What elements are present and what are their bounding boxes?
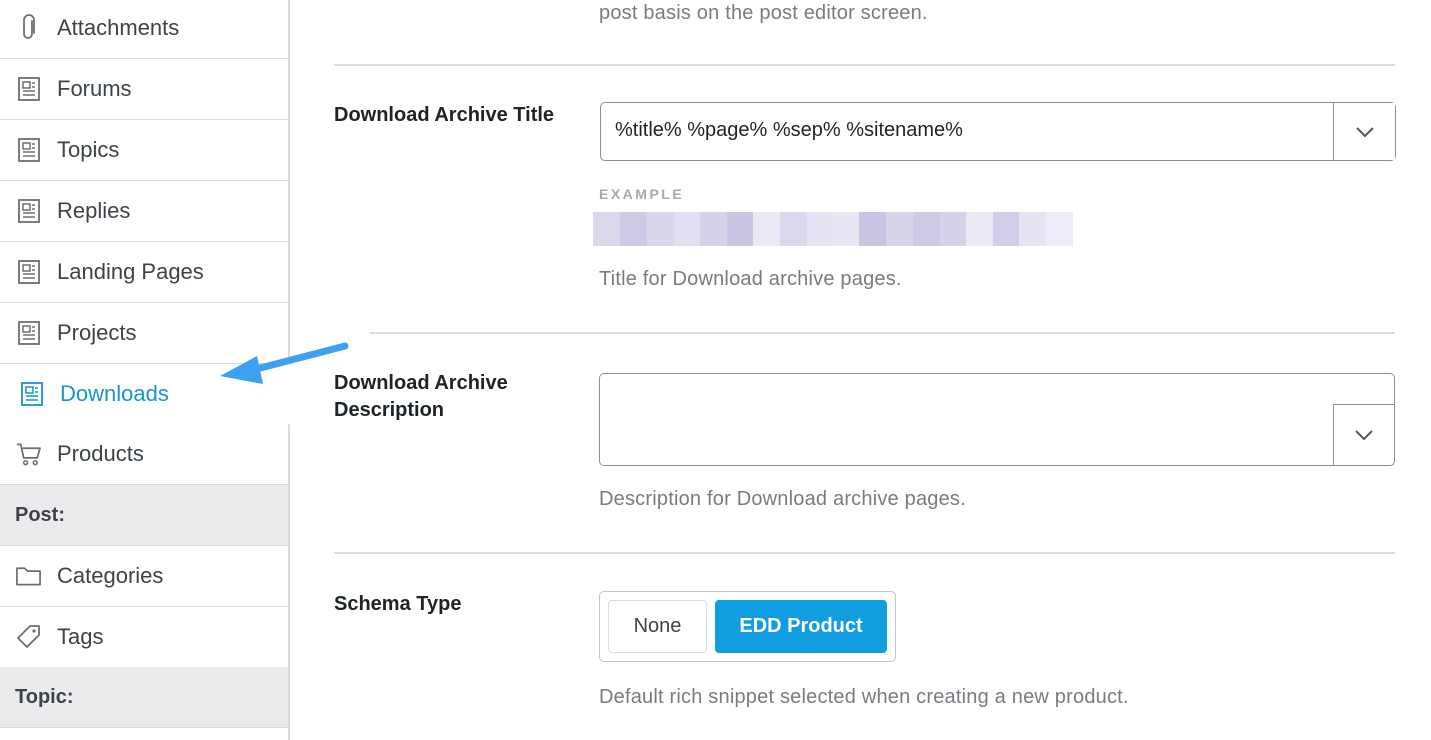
divider xyxy=(334,552,1395,554)
schema-edd-product-button[interactable]: EDD Product xyxy=(715,600,887,653)
sidebar-item-products[interactable]: Products xyxy=(0,424,288,485)
paperclip-icon xyxy=(15,14,42,42)
page-icon xyxy=(18,381,45,408)
divider xyxy=(370,332,1395,334)
sidebar-item-label: Attachments xyxy=(57,15,180,40)
section-heading: Topic: xyxy=(15,685,74,708)
sidebar-item-forums[interactable]: Forums xyxy=(0,59,288,120)
label-line: Description xyxy=(334,399,445,421)
archive-title-label: Download Archive Title xyxy=(334,104,555,126)
chevron-down-icon xyxy=(1355,430,1373,441)
folder-icon xyxy=(15,563,42,590)
archive-title-value[interactable]: %title% %page% %sep% %sitename% xyxy=(615,119,963,142)
archive-description-field[interactable] xyxy=(599,373,1395,466)
sidebar-item-label: Downloads xyxy=(60,381,169,406)
sidebar-item-label: Forums xyxy=(57,76,132,101)
label-line: Download Archive xyxy=(334,372,508,394)
annotation-arrow-icon xyxy=(220,342,349,384)
sidebar-item-landing-pages[interactable]: Landing Pages xyxy=(0,242,288,303)
sidebar-item-tags[interactable]: Tags xyxy=(0,607,288,668)
archive-title-description: Title for Download archive pages. xyxy=(599,268,902,290)
sidebar-item-replies[interactable]: Replies xyxy=(0,181,288,242)
page-icon xyxy=(15,76,42,103)
sidebar-item-label: Projects xyxy=(57,320,137,345)
schema-none-button[interactable]: None xyxy=(608,600,707,653)
example-label: EXAMPLE xyxy=(599,186,685,202)
chevron-down-icon xyxy=(1355,126,1374,137)
archive-title-field[interactable]: %title% %page% %sep% %sitename% xyxy=(600,102,1396,161)
sidebar-item-label: Products xyxy=(57,441,144,466)
tag-icon xyxy=(15,624,42,651)
sidebar-item-label: Landing Pages xyxy=(57,259,204,284)
sidebar-item-topics[interactable]: Topics xyxy=(0,120,288,181)
divider xyxy=(334,64,1395,66)
page-icon xyxy=(15,259,42,286)
schema-type-toggle: None EDD Product xyxy=(599,591,896,662)
sidebar-item-label: Topics xyxy=(57,137,120,162)
sidebar-item-label: Categories xyxy=(57,563,164,588)
archive-description-help: Description for Download archive pages. xyxy=(599,488,966,510)
example-preview-redacted xyxy=(593,212,1074,246)
top-partial-description: post basis on the post editor screen. xyxy=(599,2,928,24)
sidebar-section-post: Post: xyxy=(0,485,288,546)
archive-description-label: Download Archive Description xyxy=(334,370,508,424)
sidebar-item-categories[interactable]: Categories xyxy=(0,546,288,607)
schema-type-label: Schema Type xyxy=(334,593,462,615)
variables-dropdown-button[interactable] xyxy=(1333,103,1395,160)
section-heading: Post: xyxy=(15,503,65,526)
page-icon xyxy=(15,137,42,164)
sidebar-section-topic: Topic: xyxy=(0,667,288,728)
schema-type-description: Default rich snippet selected when creat… xyxy=(599,686,1129,708)
sidebar-item-label: Tags xyxy=(57,624,104,649)
variables-dropdown-button[interactable] xyxy=(1333,404,1395,466)
page-icon xyxy=(15,198,42,225)
cart-icon xyxy=(15,441,42,468)
page-icon xyxy=(15,320,42,347)
sidebar-item-label: Replies xyxy=(57,198,131,223)
sidebar-item-attachments[interactable]: Attachments xyxy=(0,0,288,59)
